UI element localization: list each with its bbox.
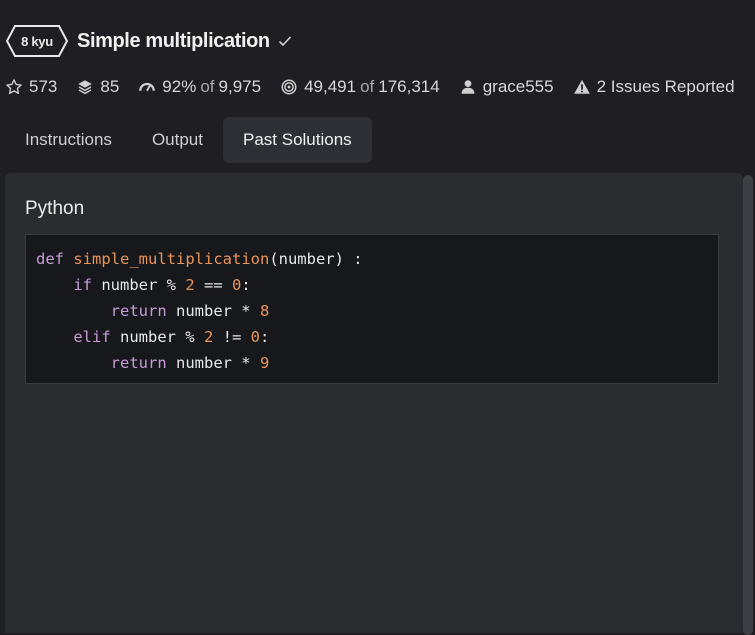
panel-scrollbar[interactable]	[743, 175, 753, 635]
author-stat[interactable]: grace555	[459, 77, 554, 97]
issues-count: 2 Issues Reported	[596, 77, 735, 96]
kata-stats: 573 85 92% of 9,975 49,491 of 176,314 gr…	[5, 74, 754, 100]
user-icon	[459, 78, 477, 96]
author-name: grace555	[482, 77, 554, 96]
gauge-icon	[138, 78, 156, 96]
tab-past-solutions[interactable]: Past Solutions	[222, 117, 372, 163]
satisfaction-rate: 92%	[162, 77, 197, 96]
layers-icon	[76, 78, 94, 96]
satisfaction-stat: 92% of 9,975	[138, 77, 261, 97]
completions-stat: 49,491 of 176,314	[280, 77, 440, 97]
attempts-count: 176,314	[378, 77, 440, 96]
stars-stat[interactable]: 573	[5, 77, 57, 97]
completions-of: of	[360, 77, 375, 96]
code-line: elif number % 2 != 0:	[73, 328, 270, 346]
code-line: if number % 2 == 0:	[73, 276, 251, 294]
code-line: return number * 9	[110, 354, 270, 372]
collections-count: 85	[100, 77, 120, 96]
tab-instructions[interactable]: Instructions	[5, 117, 132, 163]
target-icon	[280, 78, 298, 96]
collections-stat[interactable]: 85	[76, 77, 119, 97]
rank-label: 8 kyu	[21, 33, 53, 49]
satisfaction-of: of	[200, 77, 215, 96]
past-solutions-panel: Python def simple_multiplication(number)…	[5, 173, 743, 633]
completions-count: 49,491	[304, 77, 357, 96]
kata-title: Simple multiplication	[77, 29, 270, 52]
code-block: def simple_multiplication(number) : if n…	[25, 234, 719, 384]
star-icon	[5, 78, 23, 96]
stars-count: 573	[29, 77, 58, 96]
code-line: return number * 8	[110, 302, 270, 320]
warning-icon	[573, 78, 591, 96]
solution-language: Python	[25, 198, 85, 219]
tab-output[interactable]: Output	[132, 117, 223, 163]
code-line: def simple_multiplication(number) :	[36, 250, 363, 268]
checkmark-icon	[278, 35, 292, 47]
rank-badge[interactable]: 8 kyu	[6, 25, 68, 57]
votes-count: 9,975	[218, 77, 262, 96]
kata-header: 8 kyu Simple multiplication	[6, 24, 292, 58]
issues-stat[interactable]: 2 Issues Reported	[573, 77, 735, 97]
kata-tabs: Instructions Output Past Solutions	[5, 117, 372, 163]
